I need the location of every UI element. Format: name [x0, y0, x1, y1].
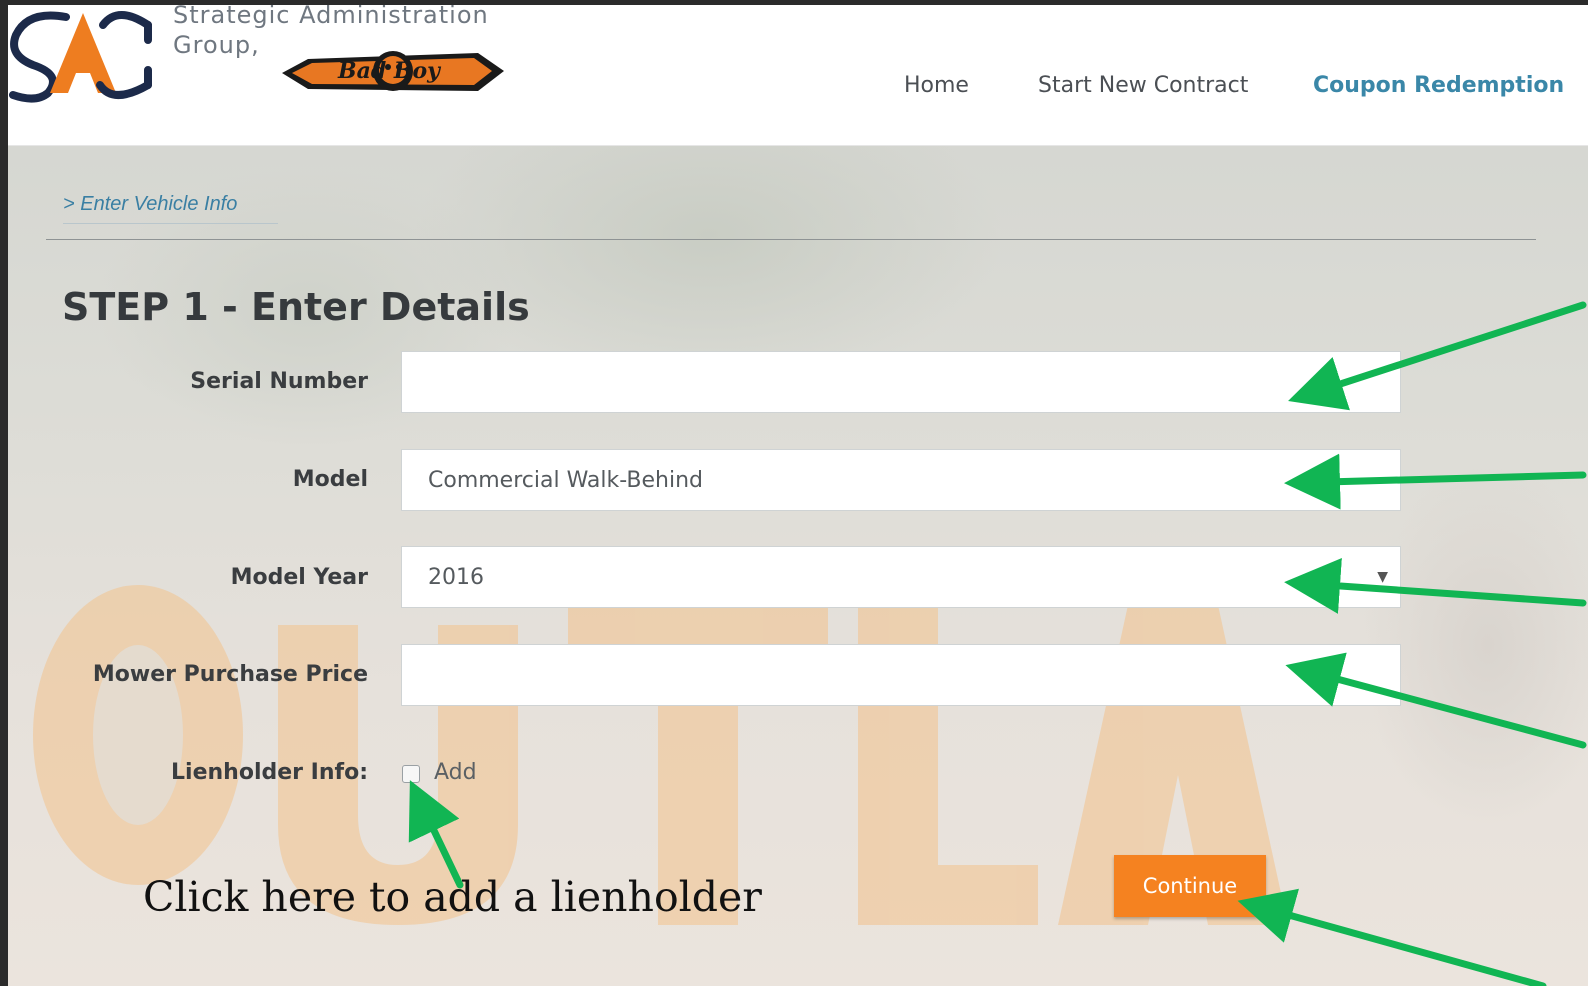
nav-coupon-redemption[interactable]: Coupon Redemption [1313, 73, 1564, 98]
model-label: Model [292, 467, 368, 492]
dropdown-arrow-icon: ▼ [1377, 569, 1388, 585]
model-year-select[interactable]: 2016 ▼ [401, 546, 1401, 608]
serial-number-label: Serial Number [190, 369, 368, 394]
nav-home[interactable]: Home [904, 73, 969, 98]
company-name-line2: Group, [173, 31, 260, 59]
purchase-price-label: Mower Purchase Price [92, 662, 368, 687]
serial-number-input[interactable] [401, 351, 1401, 413]
lienholder-label: Lienholder Info: [171, 760, 368, 785]
model-year-value: 2016 [428, 564, 484, 590]
nav-start-new-contract[interactable]: Start New Contract [1038, 73, 1248, 98]
company-name-line1: Strategic Administration [173, 5, 489, 29]
page-stage: Strategic Administration Group, Bad Boy … [8, 5, 1588, 986]
continue-button[interactable]: Continue [1114, 855, 1266, 917]
main-nav: Home Start New Contract Coupon Redemptio… [8, 73, 1588, 113]
step-title: STEP 1 - Enter Details [62, 285, 530, 329]
callout-text: Click here to add a lienholder [143, 873, 762, 921]
model-year-label: Model Year [230, 565, 368, 590]
site-header: Strategic Administration Group, Bad Boy … [8, 5, 1588, 146]
breadcrumb[interactable]: > Enter Vehicle Info [63, 193, 237, 216]
model-input[interactable] [401, 449, 1401, 511]
purchase-price-input[interactable] [401, 644, 1401, 706]
lienholder-add-checkbox[interactable] [402, 765, 420, 783]
section-divider [46, 239, 1536, 240]
lienholder-add-label[interactable]: Add [434, 760, 477, 785]
breadcrumb-underline [63, 223, 278, 224]
